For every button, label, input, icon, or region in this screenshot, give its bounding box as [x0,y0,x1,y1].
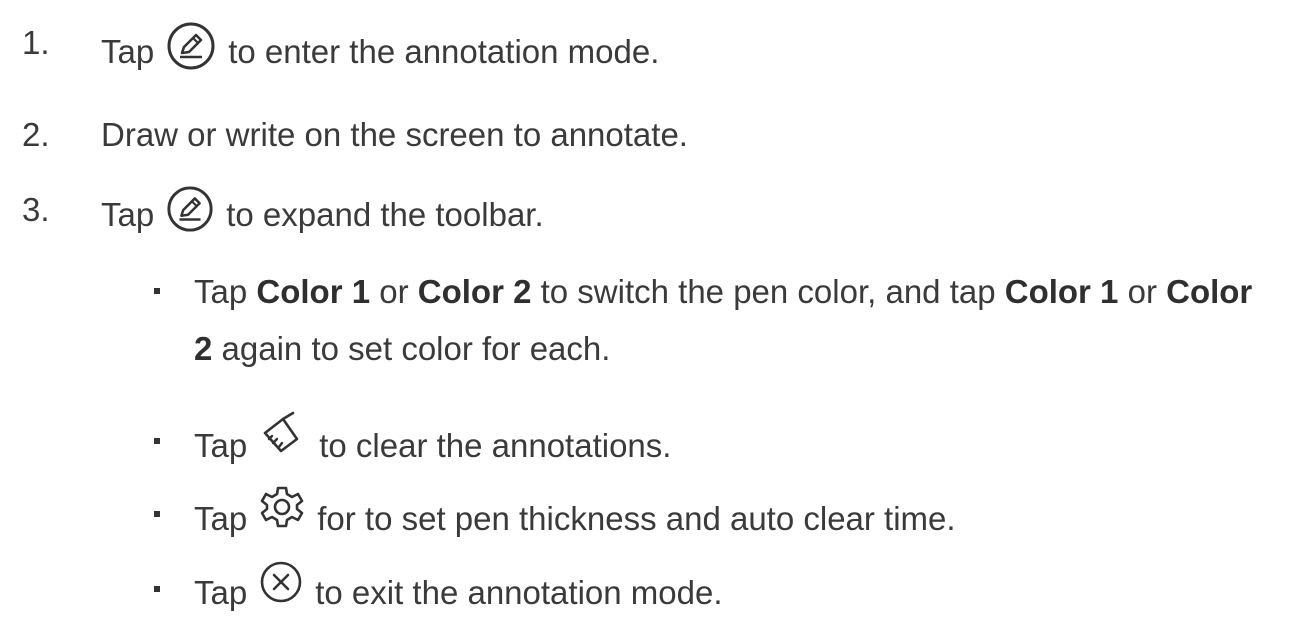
step-text-pre: Tap [101,32,155,70]
sub-text-pre: Tap [194,574,248,611]
sub-text-post: to clear the annotations. [319,426,672,464]
sub-text-pre: Tap [194,426,248,464]
color-2-label-cont: 2 [194,330,213,367]
sub-item-colors: Tap Color 1 or Color 2 to switch the pen… [154,263,1284,377]
step-text-pre: Tap [101,195,155,233]
bullet [154,438,160,444]
step-number: 2. [22,116,50,153]
bullet [154,586,160,592]
bullet [154,288,160,294]
sub-item-settings: Tap for to set pen thickness and auto cl… [0,486,1300,542]
pen-circle-icon [166,21,216,82]
color-1-label: Color 1 [1004,273,1119,310]
color-2-label: Color [1166,273,1253,310]
color-2-label: Color 2 [417,273,532,310]
sub-text-post: to exit the annotation mode. [315,574,723,611]
step-number: 1. [22,24,50,61]
close-circle-icon [259,560,303,615]
gear-icon [259,484,305,541]
step-text-post: to expand the toolbar. [226,195,544,233]
sub-item-exit: Tap to exit the annotation mode. [0,561,1300,617]
sub-text-pre: Tap [194,499,248,537]
color-1-label: Color 1 [256,273,371,310]
sub-text-post: for to set pen thickness and auto clear … [317,499,956,537]
bullet [154,511,160,517]
step-text-post: to enter the annotation mode. [228,32,660,70]
sub-item-clear: Tap to clear the annotations. [0,411,1300,469]
step-text: Draw or write on the screen to annotate. [101,116,688,153]
broom-icon [259,409,307,468]
pen-circle-icon [166,185,214,244]
step-number: 3. [22,191,50,228]
